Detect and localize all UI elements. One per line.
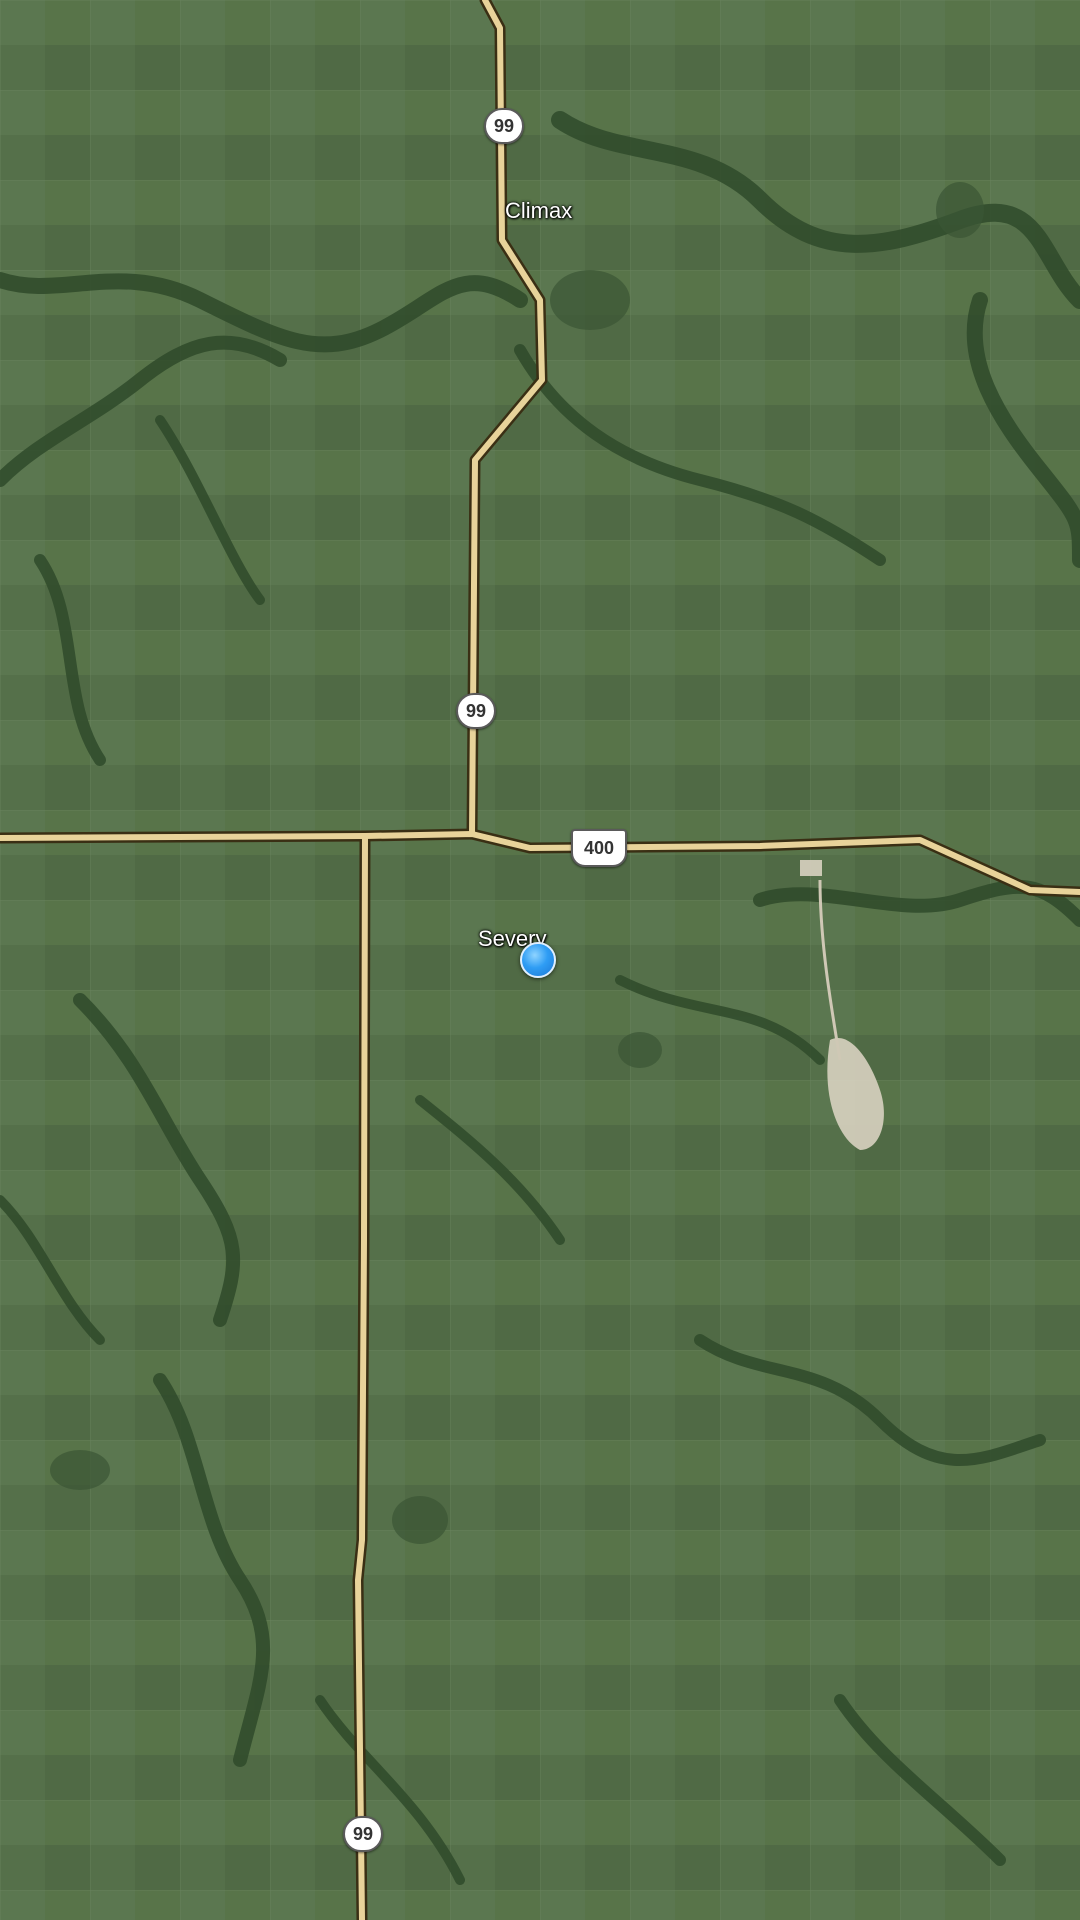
highway-99-shield[interactable]: 99 (343, 1816, 383, 1852)
us-400-shield[interactable]: 400 (571, 829, 627, 867)
place-label-climax[interactable]: Climax (505, 198, 572, 224)
highway-99-shield[interactable]: 99 (456, 693, 496, 729)
current-location-dot-icon[interactable] (520, 942, 556, 978)
highway-99-shield[interactable]: 99 (484, 108, 524, 144)
map-view[interactable]: Climax Severy 99 99 400 99 (0, 0, 1080, 1920)
